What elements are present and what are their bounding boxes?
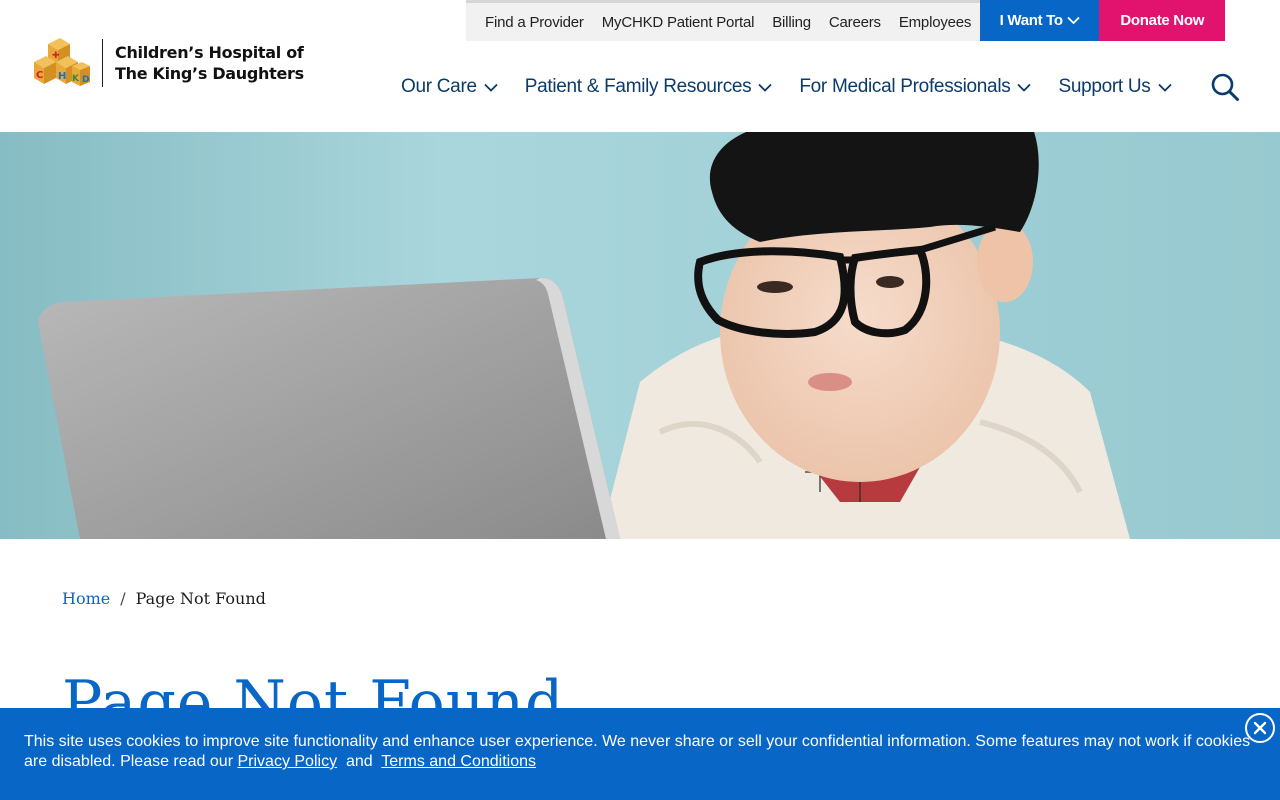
brand-name-line2: The King’s Daughters bbox=[115, 64, 304, 83]
breadcrumb-current: Page Not Found bbox=[135, 589, 266, 608]
nav-item-medical-professionals[interactable]: For Medical Professionals bbox=[799, 76, 1032, 98]
utility-link-employees[interactable]: Employees bbox=[890, 14, 980, 31]
breadcrumb: Home / Page Not Found bbox=[62, 589, 266, 608]
main-nav: Our Care Patient & Family Resources For … bbox=[401, 72, 1199, 102]
cookie-conjunction: and bbox=[345, 753, 373, 770]
utility-link-patient-portal[interactable]: MyCHKD Patient Portal bbox=[593, 14, 764, 31]
privacy-policy-link[interactable]: Privacy Policy bbox=[237, 753, 337, 770]
chevron-down-icon bbox=[484, 83, 498, 92]
site-header: ✚ C H K D Children’s Hospital of The Kin… bbox=[0, 0, 1280, 132]
svg-text:K: K bbox=[72, 74, 80, 84]
nav-item-support-us[interactable]: Support Us bbox=[1058, 76, 1172, 98]
nav-item-label: Our Care bbox=[401, 76, 477, 97]
nav-item-our-care[interactable]: Our Care bbox=[401, 76, 498, 98]
nav-item-label: Patient & Family Resources bbox=[524, 76, 752, 97]
svg-text:H: H bbox=[58, 71, 66, 82]
chevron-down-icon bbox=[1067, 16, 1080, 25]
utility-nav: Find a Provider MyCHKD Patient Portal Bi… bbox=[466, 0, 1226, 41]
chevron-down-icon bbox=[1157, 83, 1172, 92]
logo-divider bbox=[102, 39, 103, 87]
breadcrumb-home-link[interactable]: Home bbox=[62, 589, 110, 608]
hero-photo-child-with-laptop bbox=[0, 132, 1280, 539]
chevron-down-icon bbox=[758, 83, 772, 92]
brand-name: Children’s Hospital of The King’s Daught… bbox=[115, 42, 304, 84]
svg-text:✚: ✚ bbox=[52, 51, 60, 61]
site-logo[interactable]: ✚ C H K D Children’s Hospital of The Kin… bbox=[32, 36, 304, 90]
i-want-to-label: I Want To bbox=[999, 12, 1063, 29]
breadcrumb-separator: / bbox=[120, 589, 126, 608]
close-icon bbox=[1253, 721, 1267, 735]
utility-link-find-a-provider[interactable]: Find a Provider bbox=[476, 14, 593, 31]
utility-link-careers[interactable]: Careers bbox=[820, 14, 890, 31]
search-icon bbox=[1211, 73, 1239, 101]
brand-name-line1: Children’s Hospital of bbox=[115, 43, 304, 62]
cookie-message: This site uses cookies to improve site f… bbox=[24, 732, 1260, 772]
nav-item-patient-family-resources[interactable]: Patient & Family Resources bbox=[525, 76, 773, 98]
donate-now-label: Donate Now bbox=[1120, 12, 1205, 29]
logo-blocks-icon: ✚ C H K D bbox=[34, 38, 90, 86]
i-want-to-button[interactable]: I Want To bbox=[980, 0, 1100, 41]
cookie-banner: This site uses cookies to improve site f… bbox=[0, 708, 1280, 800]
utility-links: Find a Provider MyCHKD Patient Portal Bi… bbox=[466, 0, 981, 41]
nav-item-label: For Medical Professionals bbox=[799, 76, 1011, 97]
svg-text:C: C bbox=[36, 70, 43, 81]
cookie-text: This site uses cookies to improve site f… bbox=[24, 733, 1251, 770]
hero-image bbox=[0, 132, 1280, 539]
donate-now-button[interactable]: Donate Now bbox=[1099, 0, 1226, 41]
utility-link-billing[interactable]: Billing bbox=[763, 14, 820, 31]
search-button[interactable] bbox=[1210, 72, 1240, 102]
nav-item-label: Support Us bbox=[1058, 76, 1151, 97]
chevron-down-icon bbox=[1017, 83, 1032, 92]
svg-text:D: D bbox=[82, 75, 89, 85]
terms-and-conditions-link[interactable]: Terms and Conditions bbox=[381, 753, 536, 770]
cookie-close-button[interactable] bbox=[1245, 713, 1275, 743]
